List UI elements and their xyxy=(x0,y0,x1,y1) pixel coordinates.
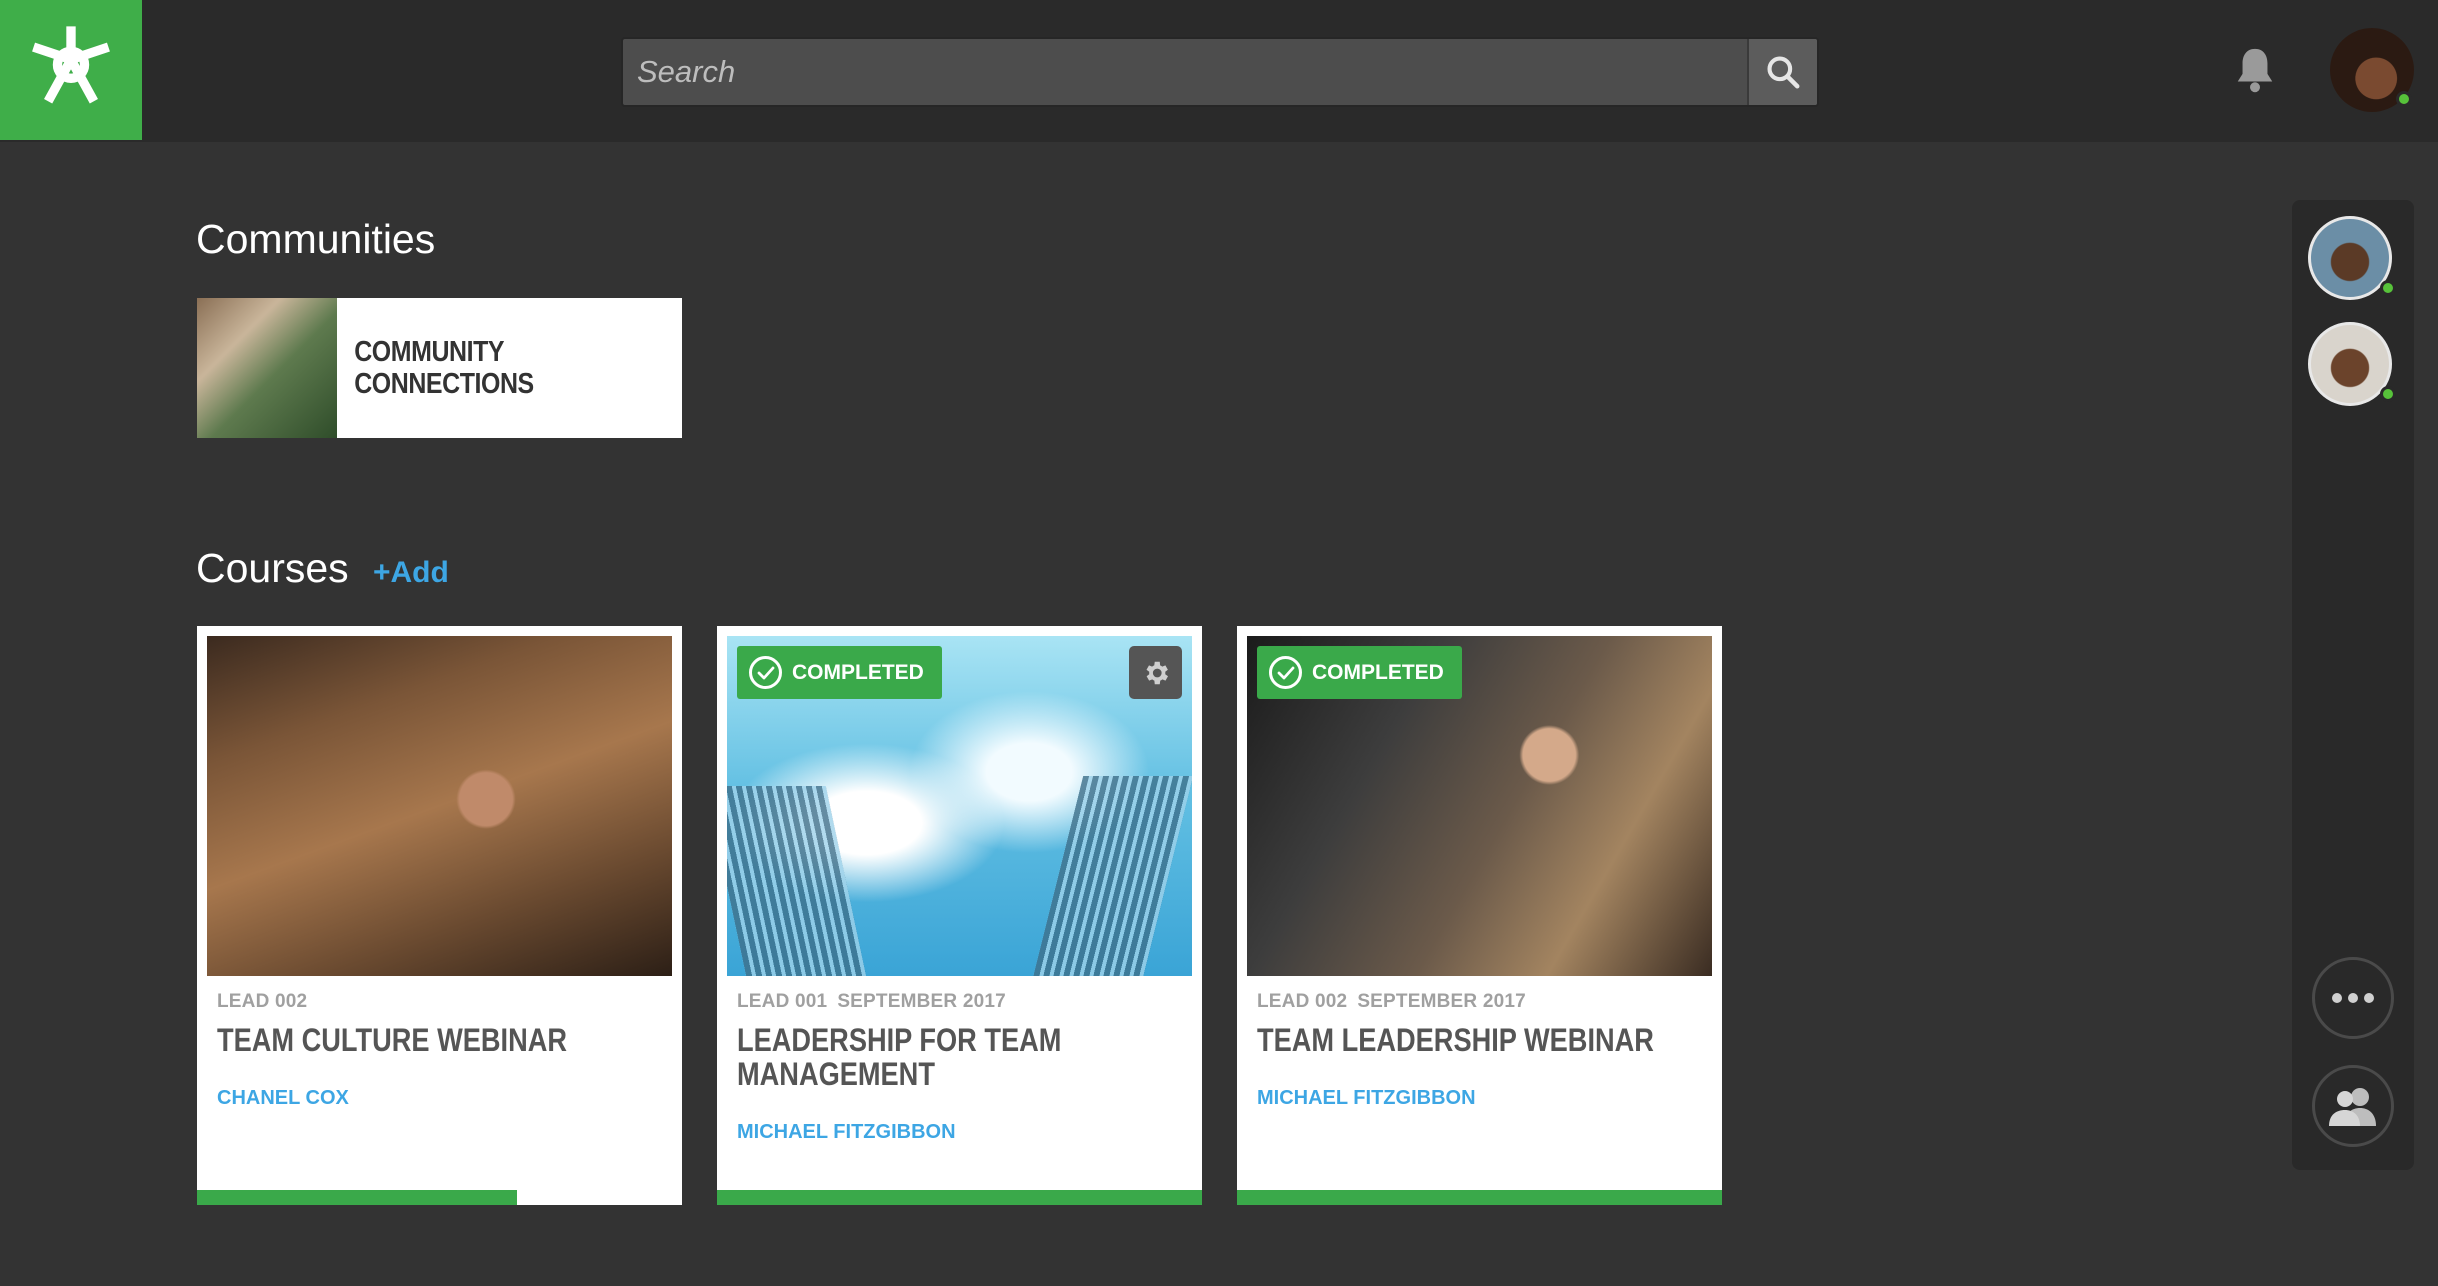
course-meta: LEAD 002 SEPTEMBER 2017 xyxy=(1257,991,1526,1013)
search-bar xyxy=(621,37,1819,107)
bell-icon xyxy=(2237,48,2273,93)
more-button[interactable] xyxy=(2312,957,2394,1039)
course-code: LEAD 001 xyxy=(737,991,828,1012)
gear-icon xyxy=(1146,661,1168,684)
course-progress-fill xyxy=(1237,1190,1722,1205)
community-card[interactable]: COMMUNITY CONNECTIONS xyxy=(197,298,682,438)
course-author[interactable]: MICHAEL FITZGIBBON xyxy=(1257,1087,1476,1110)
course-date: SEPTEMBER 2017 xyxy=(1357,991,1526,1012)
course-card[interactable]: LEAD 002 TEAM CULTURE WEBINAR CHANEL COX xyxy=(197,626,682,1205)
course-progress-bar xyxy=(1237,1190,1722,1205)
contact-status-dot xyxy=(2380,386,2396,402)
logo-icon xyxy=(32,26,110,104)
course-code: LEAD 002 xyxy=(1257,991,1348,1012)
notifications-button[interactable] xyxy=(2230,42,2280,98)
group-button[interactable] xyxy=(2312,1065,2394,1147)
course-title: LEADERSHIP FOR TEAM MANAGEMENT xyxy=(737,1022,1062,1092)
course-thumbnail xyxy=(207,636,672,976)
course-card[interactable]: COMPLETED LEAD 002 SEPTEMBER 2017 TEAM LE… xyxy=(1237,626,1722,1205)
course-title: TEAM LEADERSHIP WEBINAR xyxy=(1257,1022,1654,1058)
search-icon xyxy=(1767,56,1800,89)
course-author[interactable]: MICHAEL FITZGIBBON xyxy=(737,1121,956,1144)
course-progress-fill xyxy=(717,1190,1202,1205)
completed-badge: COMPLETED xyxy=(1257,646,1462,699)
course-progress-bar xyxy=(717,1190,1202,1205)
course-card[interactable]: COMPLETED LEAD 001 SEPTEMBER 2017 LEADERS… xyxy=(717,626,1202,1205)
community-thumbnail xyxy=(197,298,337,438)
building-graphic xyxy=(1030,776,1192,976)
search-input[interactable] xyxy=(623,39,1747,105)
course-date: SEPTEMBER 2017 xyxy=(837,991,1006,1012)
course-meta: LEAD 001 SEPTEMBER 2017 xyxy=(737,991,1006,1013)
course-code: LEAD 002 xyxy=(217,991,308,1012)
app-logo[interactable] xyxy=(0,0,142,140)
more-icon xyxy=(2332,993,2374,1003)
course-meta: LEAD 002 xyxy=(217,991,307,1013)
course-title: TEAM CULTURE WEBINAR xyxy=(217,1022,568,1058)
courses-heading: Courses xyxy=(196,545,349,591)
community-label: COMMUNITY CONNECTIONS xyxy=(354,336,534,400)
course-progress-bar xyxy=(197,1190,682,1205)
check-icon xyxy=(1269,656,1302,689)
contact-status-dot xyxy=(2380,280,2396,296)
search-button[interactable] xyxy=(1747,39,1817,105)
top-bar xyxy=(0,0,2438,142)
completed-badge: COMPLETED xyxy=(737,646,942,699)
completed-label: COMPLETED xyxy=(1312,660,1444,684)
building-graphic xyxy=(727,786,869,976)
add-course-link[interactable]: +Add xyxy=(373,556,449,590)
user-status-dot xyxy=(2396,91,2412,107)
group-icon xyxy=(2329,1088,2376,1126)
communities-heading: Communities xyxy=(196,216,436,262)
right-rail xyxy=(2292,200,2414,1170)
check-icon xyxy=(749,656,782,689)
course-settings-button[interactable] xyxy=(1129,646,1182,699)
course-progress-fill xyxy=(197,1190,518,1205)
completed-label: COMPLETED xyxy=(792,660,924,684)
course-author[interactable]: CHANEL COX xyxy=(217,1087,349,1110)
